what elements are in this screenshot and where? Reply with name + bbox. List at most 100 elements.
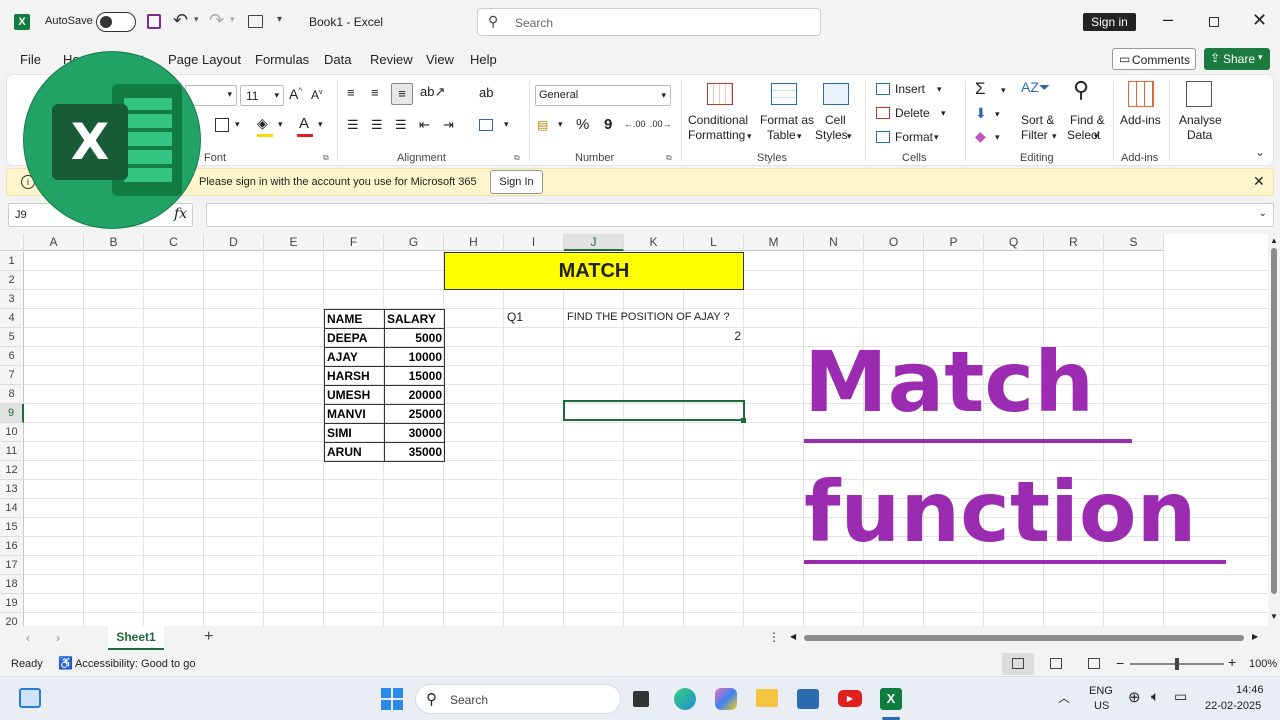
table-cell-salary[interactable]: 15000	[384, 366, 445, 386]
match-banner[interactable]: MATCH	[444, 252, 744, 290]
row-header[interactable]: 6	[0, 347, 24, 366]
column-header[interactable]: F	[324, 234, 384, 251]
font-dialog-launcher-icon[interactable]: ⧉	[323, 153, 329, 163]
column-header[interactable]: Q	[984, 234, 1044, 251]
table-cell-name[interactable]: ARUN	[324, 442, 385, 462]
page-layout-view-icon[interactable]	[1050, 658, 1062, 669]
row-header[interactable]: 4	[0, 309, 24, 328]
table-cell-name[interactable]: UMESH	[324, 385, 385, 405]
wrap-text-icon[interactable]: ab	[479, 85, 493, 100]
task-view-icon[interactable]	[633, 691, 649, 707]
accessibility-status[interactable]: Accessibility: Good to go	[75, 658, 195, 670]
column-header[interactable]: M	[744, 234, 804, 251]
youtube-icon[interactable]: ▶	[838, 690, 862, 707]
taskbar-search[interactable]: ⚲ Search	[415, 684, 621, 714]
align-middle-icon[interactable]: ≡	[371, 85, 379, 100]
row-header[interactable]: 10	[0, 423, 24, 442]
start-icon[interactable]	[381, 688, 403, 710]
cell-styles-label[interactable]: Styles	[815, 128, 848, 143]
redo-icon[interactable]: ↷	[209, 10, 224, 31]
insert-cells-icon[interactable]	[876, 83, 890, 95]
format-as-table-icon[interactable]	[771, 83, 797, 105]
row-header[interactable]: 13	[0, 480, 24, 499]
column-header[interactable]: C	[144, 234, 204, 251]
formula-input[interactable]: ⌄	[206, 203, 1274, 227]
number-format-select[interactable]: General ▾	[535, 85, 671, 106]
increase-decimal-icon[interactable]: ←.00	[624, 119, 646, 129]
table-header-salary[interactable]: SALARY	[384, 309, 445, 329]
decrease-indent-icon[interactable]: ⇤	[419, 117, 430, 133]
insert-cells-label[interactable]: Insert	[895, 82, 925, 97]
grow-font-icon[interactable]: A^	[289, 86, 302, 102]
find-select-icon[interactable]: ⚲	[1073, 77, 1089, 103]
row-header[interactable]: 7	[0, 366, 24, 385]
align-right-icon[interactable]: ☰	[395, 117, 407, 133]
row-header[interactable]: 14	[0, 499, 24, 518]
undo-dropdown-icon[interactable]: ▾	[194, 14, 199, 25]
edge-icon[interactable]	[674, 688, 696, 710]
prev-sheet-icon[interactable]: ‹	[26, 631, 30, 645]
minimize-icon[interactable]: –	[1163, 9, 1173, 30]
column-header[interactable]: H	[444, 234, 504, 251]
fill-color-icon[interactable]: ◈	[257, 115, 268, 132]
column-header[interactable]: R	[1044, 234, 1104, 251]
format-as-label[interactable]: Format as	[760, 113, 814, 128]
row-header[interactable]: 5	[0, 328, 24, 347]
horizontal-scrollbar[interactable]: ◀ ▶	[790, 632, 1262, 644]
font-size-box[interactable]: 11 ▾	[240, 85, 284, 106]
column-header[interactable]: N	[804, 234, 864, 251]
conditional-formatting-icon[interactable]	[707, 83, 733, 105]
info-close-icon[interactable]: ✕	[1253, 173, 1265, 190]
language-eng[interactable]: ENG	[1089, 685, 1113, 697]
fill-handle[interactable]	[741, 418, 746, 423]
row-header[interactable]: 2	[0, 271, 24, 290]
delete-cells-label[interactable]: Delete	[895, 106, 930, 121]
clear-icon[interactable]: ◆	[975, 128, 986, 145]
accounting-format-icon[interactable]: ▤	[537, 118, 548, 132]
align-bottom-icon[interactable]: ≡	[391, 83, 413, 105]
table-cell-salary[interactable]: 20000	[384, 385, 445, 405]
add-sheet-icon[interactable]: +	[204, 628, 213, 646]
close-icon[interactable]: ✕	[1252, 10, 1267, 31]
font-color-icon[interactable]: A	[299, 115, 309, 132]
number-dialog-launcher-icon[interactable]: ⧉	[666, 153, 672, 163]
column-header[interactable]: S	[1104, 234, 1164, 251]
copilot-icon[interactable]	[715, 688, 737, 710]
taskbar-excel-icon[interactable]: X	[880, 688, 902, 710]
vertical-scrollbar[interactable]: ▲ ▼	[1268, 234, 1280, 626]
next-sheet-icon[interactable]: ›	[56, 631, 60, 645]
table-cell-name[interactable]: HARSH	[324, 366, 385, 386]
row-header[interactable]: 1	[0, 252, 24, 271]
info-sign-in-button[interactable]: Sign In	[490, 170, 543, 194]
percent-style-icon[interactable]: %	[576, 116, 589, 133]
sheet-tab-sheet1[interactable]: Sheet1	[108, 626, 164, 650]
analyse-label[interactable]: Analyse	[1179, 113, 1222, 128]
sort-label[interactable]: Sort &	[1021, 113, 1054, 128]
zoom-slider[interactable]	[1130, 658, 1224, 670]
decrease-decimal-icon[interactable]: .00→	[650, 119, 672, 129]
analyse-data-label[interactable]: Data	[1187, 128, 1212, 143]
row-header[interactable]: 15	[0, 518, 24, 537]
column-header[interactable]: I	[504, 234, 564, 251]
row-header[interactable]: 16	[0, 537, 24, 556]
active-cell-j9[interactable]	[563, 400, 745, 421]
volume-icon[interactable]: 🔈︎	[1151, 688, 1159, 705]
row-header[interactable]: 3	[0, 290, 24, 309]
table-cell-name[interactable]: AJAY	[324, 347, 385, 367]
conditional-formatting-label[interactable]: Conditional	[688, 113, 748, 128]
menu-data[interactable]: Data	[324, 52, 351, 67]
clock-date[interactable]: 22-02-2025	[1205, 700, 1261, 712]
align-center-icon[interactable]: ☰	[371, 117, 383, 133]
select-all-corner[interactable]	[0, 234, 24, 251]
formatting-label[interactable]: Formatting	[688, 128, 745, 143]
align-left-icon[interactable]: ☰	[347, 117, 359, 133]
widgets-icon[interactable]	[19, 688, 41, 708]
column-header[interactable]: J	[564, 234, 624, 251]
row-header[interactable]: 8	[0, 385, 24, 404]
cell-label[interactable]: Cell	[825, 113, 846, 128]
zoom-out-icon[interactable]: −	[1116, 655, 1124, 671]
table-cell-salary[interactable]: 10000	[384, 347, 445, 367]
table-cell-name[interactable]: MANVI	[324, 404, 385, 424]
accessibility-icon[interactable]: ♿	[58, 656, 73, 670]
comments-button[interactable]: ▭ Comments	[1112, 48, 1196, 70]
